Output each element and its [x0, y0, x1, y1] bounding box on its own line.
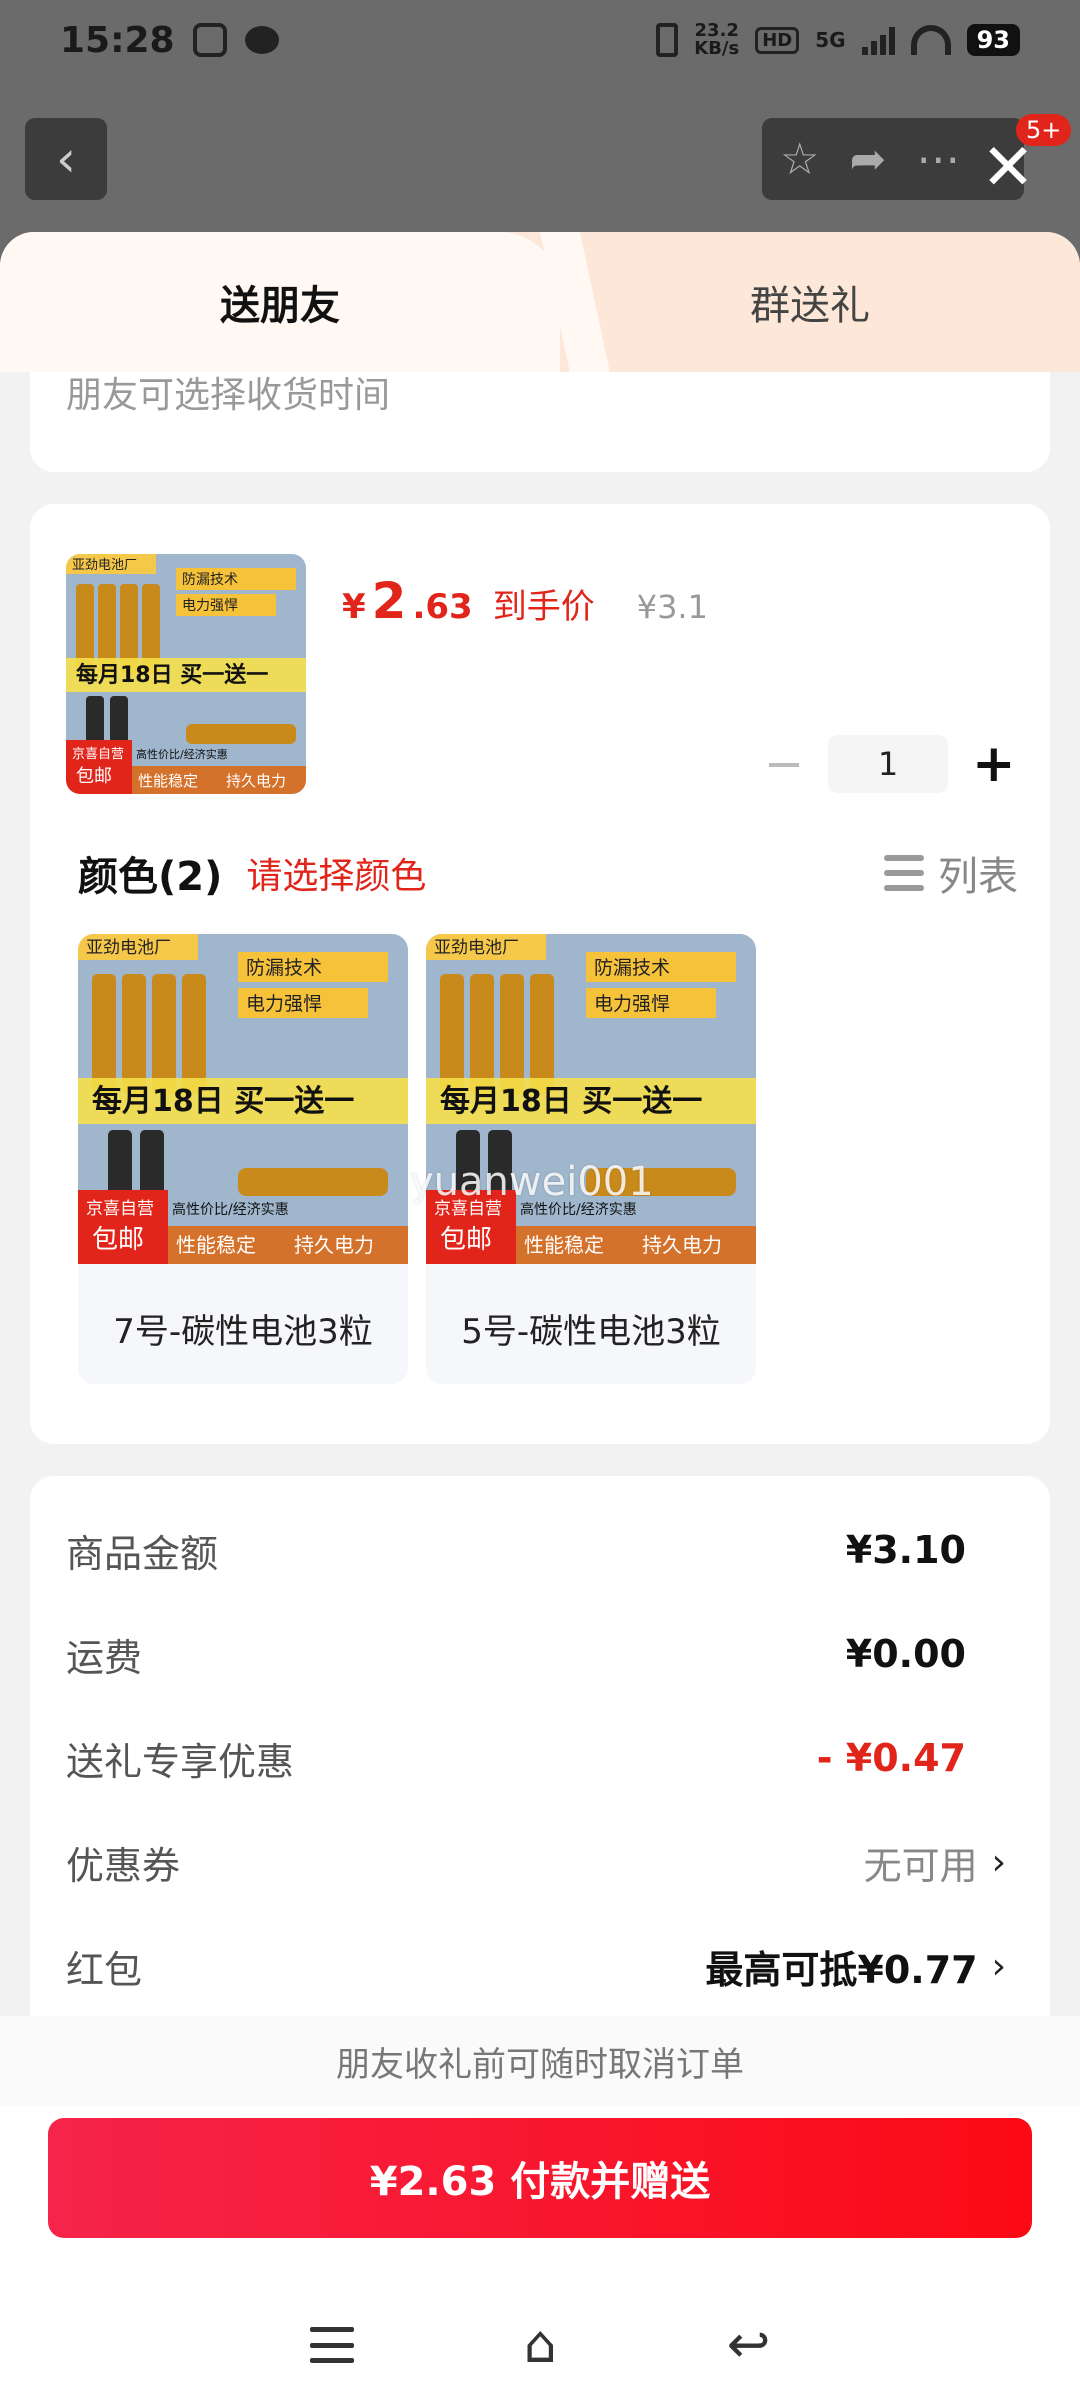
share-icon[interactable]: ➦ — [849, 134, 886, 185]
list-view-toggle[interactable]: 列表 — [884, 844, 1018, 902]
variant-badge-line2: 包邮 — [92, 1225, 144, 1255]
list-view-label: 列表 — [938, 854, 1018, 900]
variant-brand: 亚劲电池厂 — [434, 938, 519, 958]
color-option-label: 5号-碳性电池3粒 — [461, 1311, 721, 1352]
shipping-value: ¥0.00 — [845, 1632, 966, 1676]
app-notification-icon — [192, 23, 227, 57]
signal-icon — [861, 25, 895, 55]
product-thumbnail[interactable]: 亚劲电池厂 防漏技术 电力强悍 每月18日 买一送一 京喜自营 包邮 高性价比/… — [66, 554, 306, 794]
vibrate-icon — [656, 23, 679, 57]
delivery-time-card: 朋友可选择收货时间 — [30, 372, 1050, 472]
fee-summary-card: 商品金额 ¥3.10 运费 ¥0.00 送礼专享优惠 - ¥0.47 优惠券 无… — [30, 1476, 1050, 2046]
network-type: 5G — [815, 28, 846, 52]
top-toolbar: ‹ ☆ ➦ ⋯ 5+ — [0, 114, 1080, 200]
more-icon[interactable]: ⋯ — [916, 134, 960, 185]
shipping-row: 运费 ¥0.00 — [66, 1624, 1006, 1684]
tab-send-friend[interactable]: 送朋友 — [0, 232, 560, 372]
list-view-icon — [884, 855, 924, 891]
gift-discount-value: - ¥0.47 — [816, 1736, 966, 1780]
chevron-right-icon: › — [991, 1841, 1006, 1883]
coupon-value: 无可用 — [863, 1843, 978, 1888]
variant-bottom-1: 性能稳定 — [524, 1233, 604, 1257]
image-brand: 亚劲电池厂 — [72, 558, 137, 573]
original-price: ¥3.1 — [636, 588, 708, 626]
image-badge-line1: 京喜自营 — [72, 747, 124, 762]
quantity-value[interactable]: 1 — [828, 735, 948, 793]
image-bottom-2: 持久电力 — [226, 772, 286, 790]
delivery-time-note: 朋友可选择收货时间 — [66, 375, 391, 416]
image-feature-2: 电力强悍 — [182, 598, 238, 614]
red-packet-row[interactable]: 红包 最高可抵¥0.77 › — [66, 1936, 1006, 1996]
red-packet-value: 最高可抵¥0.77 — [705, 1947, 978, 1992]
gift-discount-label: 送礼专享优惠 — [66, 1739, 295, 1784]
home-icon[interactable]: ⌂ — [524, 2315, 557, 2375]
image-feature-1: 防漏技术 — [182, 572, 238, 588]
variant-bottom-2: 持久电力 — [294, 1233, 374, 1257]
price-integer: 2 — [371, 572, 407, 630]
product-card: 亚劲电池厂 防漏技术 电力强悍 每月18日 买一送一 京喜自营 包邮 高性价比/… — [30, 504, 1050, 1444]
goods-amount-label: 商品金额 — [66, 1531, 219, 1576]
battery-level: 93 — [966, 24, 1020, 56]
variant-feature-2: 电力强悍 — [594, 993, 670, 1015]
gift-discount-row: 送礼专享优惠 - ¥0.47 — [66, 1728, 1006, 1788]
price-decimal: .63 — [412, 587, 473, 627]
shipping-label: 运费 — [66, 1635, 143, 1680]
variant-feature-2: 电力强悍 — [246, 993, 322, 1015]
variant-badge-line1: 京喜自营 — [86, 1199, 154, 1219]
status-bar: 15:28 23.2 KB/s HD 5G 93 — [0, 0, 1080, 80]
variant-badge-line2: 包邮 — [440, 1225, 492, 1255]
price-row: ¥ 2 .63 到手价 ¥3.1 — [342, 572, 708, 630]
image-promo: 每月18日 买一送一 — [76, 662, 268, 688]
color-hint: 请选择颜色 — [246, 856, 427, 897]
image-sub: 高性价比/经济实惠 — [136, 747, 228, 761]
coupon-row[interactable]: 优惠券 无可用 › — [66, 1832, 1006, 1892]
variant-sub: 高性价比/经济实惠 — [172, 1201, 289, 1218]
chevron-right-icon: › — [991, 1945, 1006, 1987]
tab-group-gift-label: 群送礼 — [750, 283, 870, 329]
net-speed: 23.2 KB/s — [694, 22, 739, 58]
status-time: 15:28 — [60, 19, 175, 61]
hd-icon: HD — [755, 26, 800, 54]
image-bottom-1: 性能稳定 — [138, 772, 198, 790]
net-speed-unit: KB/s — [694, 38, 740, 59]
pay-and-gift-button[interactable]: ¥2.63 付款并赠送 — [48, 2118, 1032, 2238]
decrease-button[interactable]: − — [764, 736, 804, 792]
variant-image: 亚劲电池厂 防漏技术 电力强悍 每月18日 买一送一 京喜自营 包邮 高性价比/… — [426, 934, 756, 1264]
goods-amount-value: ¥3.10 — [845, 1528, 966, 1572]
menu-icon[interactable] — [309, 2327, 354, 2363]
variant-promo: 每月18日 买一送一 — [440, 1084, 702, 1119]
star-icon[interactable]: ☆ — [780, 134, 819, 185]
variant-feature-1: 防漏技术 — [594, 957, 670, 979]
watermark: yuanwei001 — [410, 1159, 654, 1205]
wifi-icon — [910, 25, 951, 55]
battery-product-image: 亚劲电池厂 防漏技术 电力强悍 每月18日 买一送一 京喜自营 包邮 高性价比/… — [66, 554, 306, 794]
coupon-label: 优惠券 — [66, 1843, 181, 1888]
back-icon[interactable]: ‹ — [25, 118, 107, 200]
color-title: 颜色(2) — [78, 854, 223, 900]
increase-button[interactable]: + — [972, 734, 1016, 794]
color-option-label: 7号-碳性电池3粒 — [113, 1311, 373, 1352]
tab-bar: 送朋友 群送礼 — [0, 232, 1080, 372]
price-currency: ¥ — [342, 587, 366, 627]
tab-group-gift[interactable]: 群送礼 — [540, 232, 1080, 372]
quantity-stepper: − 1 + — [764, 734, 1016, 794]
variant-image: 亚劲电池厂 防漏技术 电力强悍 每月18日 买一送一 京喜自营 包邮 高性价比/… — [78, 934, 408, 1264]
goods-amount-row: 商品金额 ¥3.10 — [66, 1520, 1006, 1580]
variant-bottom-1: 性能稳定 — [176, 1233, 256, 1257]
nav-back-icon[interactable]: ↩ — [727, 2315, 771, 2375]
variant-promo: 每月18日 买一送一 — [92, 1084, 354, 1119]
variant-bottom-2: 持久电力 — [642, 1233, 722, 1257]
color-option[interactable]: 亚劲电池厂 防漏技术 电力强悍 每月18日 买一送一 京喜自营 包邮 高性价比/… — [78, 934, 408, 1384]
system-nav-bar: ⌂ ↩ — [0, 2290, 1080, 2400]
cancel-note: 朋友收礼前可随时取消订单 — [0, 2016, 1080, 2106]
close-icon[interactable]: ✕ — [978, 136, 1038, 200]
red-packet-label: 红包 — [66, 1947, 143, 1992]
image-badge-line2: 包邮 — [76, 766, 112, 787]
variant-feature-1: 防漏技术 — [246, 957, 322, 979]
color-selector-header: 颜色(2) 请选择颜色 列表 — [78, 844, 1018, 902]
chat-notification-icon — [244, 26, 279, 54]
variant-brand: 亚劲电池厂 — [86, 938, 171, 958]
price-tag: 到手价 — [492, 587, 595, 627]
